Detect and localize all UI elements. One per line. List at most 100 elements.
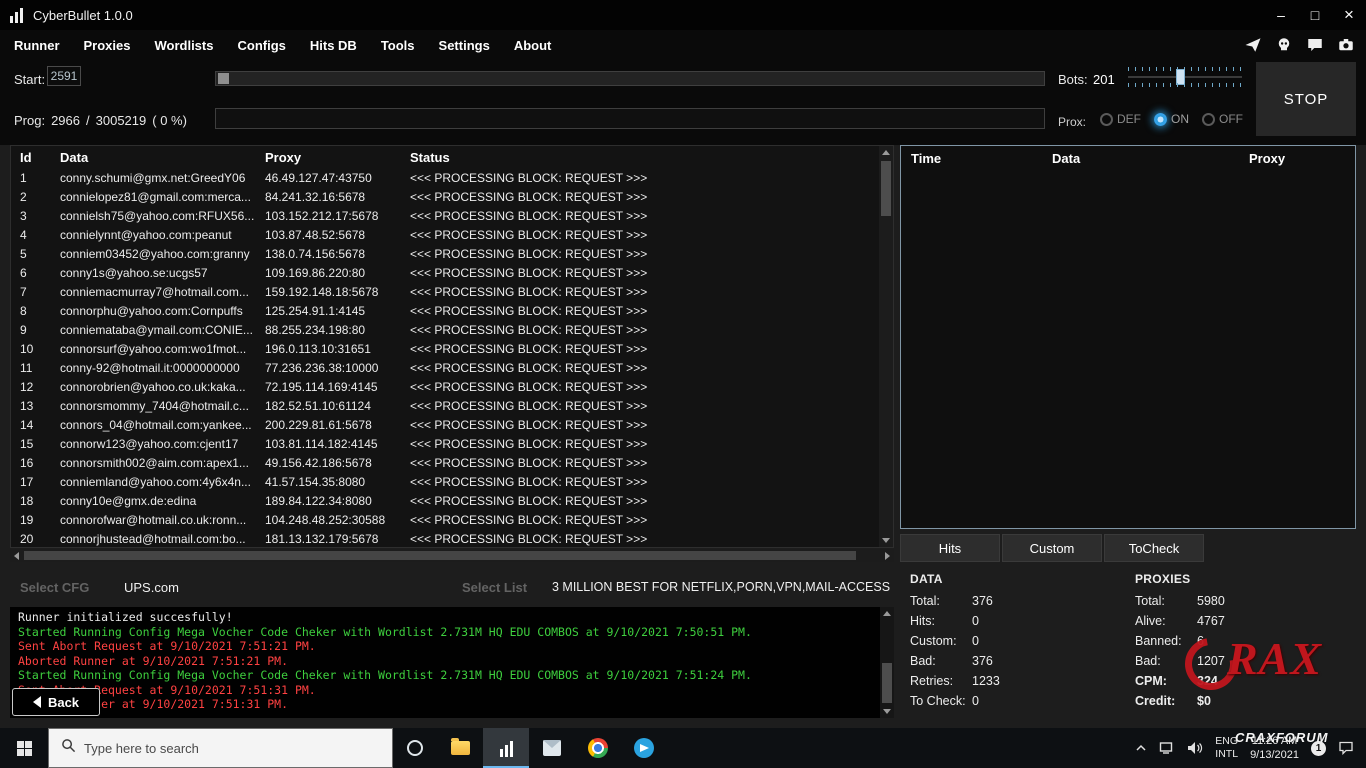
stat-label: Bad: [1135, 654, 1161, 668]
clock[interactable]: 11:26 AM 9/13/2021 [1244, 728, 1305, 768]
selected-config-name: UPS.com [124, 580, 179, 595]
menu-item[interactable]: Settings [439, 38, 490, 53]
table-row[interactable]: 3 connielsh75@yahoo.com:RFUX56... 103.15… [11, 206, 879, 225]
language-indicator[interactable]: ENG INTL [1209, 728, 1244, 768]
scroll-up-icon[interactable] [882, 150, 890, 155]
horizontal-scrollbar[interactable] [10, 549, 894, 562]
chrome-icon[interactable] [575, 728, 621, 768]
progress-bar [215, 108, 1045, 129]
cell-data: connorofwar@hotmail.co.uk:ronn... [60, 512, 247, 527]
capture-tab[interactable]: Hits [900, 534, 1000, 562]
log-scrollbar[interactable] [880, 607, 894, 718]
table-row[interactable]: 8 connorphu@yahoo.com:Cornpuffs 125.254.… [11, 301, 879, 320]
file-explorer-icon[interactable] [437, 728, 483, 768]
cell-id: 4 [20, 227, 27, 242]
bots-slider-thumb[interactable] [1176, 69, 1185, 85]
stat-row: Banned: 6 [1135, 631, 1225, 651]
menu-item[interactable]: Runner [14, 38, 60, 53]
chat-icon[interactable] [1305, 35, 1325, 55]
stop-button[interactable]: STOP [1256, 62, 1356, 136]
table-row[interactable]: 7 conniemacmurray7@hotmail.com... 159.19… [11, 282, 879, 301]
menubar: Runner Proxies Wordlists Configs Hits DB Tool… [0, 30, 1366, 60]
stat-value: 376 [972, 654, 993, 668]
bots-slider[interactable] [1128, 67, 1242, 87]
cell-id: 15 [20, 436, 34, 451]
scroll-thumb[interactable] [881, 161, 891, 216]
table-row[interactable]: 2 connielopez81@gmail.com:merca... 84.24… [11, 187, 879, 206]
capture-tab[interactable]: Custom [1002, 534, 1102, 562]
taskbar-search[interactable] [48, 728, 393, 768]
tray-chevron-up-icon[interactable] [1129, 728, 1153, 768]
folder-icon [450, 738, 470, 755]
select-list-button[interactable]: Select List [462, 580, 527, 595]
prox-label: Prox: [1058, 115, 1087, 129]
select-cfg-button[interactable]: Select CFG [20, 580, 89, 595]
start-menu-button[interactable] [0, 728, 48, 768]
table-row[interactable]: 15 connorw123@yahoo.com:cjent17 103.81.1… [11, 434, 879, 453]
table-row[interactable]: 11 conny-92@hotmail.it:0000000000 77.236… [11, 358, 879, 377]
scroll-thumb[interactable] [882, 663, 892, 703]
table-row[interactable]: 18 conny10e@gmx.de:edina 189.84.122.34:8… [11, 491, 879, 510]
start-input[interactable] [47, 66, 81, 86]
col-status: Status [410, 149, 450, 165]
search-input[interactable] [84, 740, 364, 756]
menu-item[interactable]: Proxies [84, 38, 131, 53]
back-button[interactable]: Back [12, 688, 100, 716]
maximize-icon[interactable]: □ [1298, 0, 1332, 30]
cell-proxy: 125.254.91.1:4145 [265, 303, 366, 318]
capture-tabs: Hits Custom ToCheck [900, 534, 1204, 562]
scroll-left-icon[interactable] [14, 552, 19, 560]
network-icon[interactable] [1153, 728, 1181, 768]
capture-tab[interactable]: ToCheck [1104, 534, 1204, 562]
scroll-right-icon[interactable] [885, 552, 890, 560]
close-icon[interactable]: × [1332, 0, 1366, 30]
menu-item[interactable]: Configs [237, 38, 285, 53]
minimize-icon[interactable]: – [1264, 0, 1298, 30]
bots-slider-track [1128, 76, 1242, 78]
table-row[interactable]: 10 connorsurf@yahoo.com:wo1fmot... 196.0… [11, 339, 879, 358]
table-row[interactable]: 14 connors_04@hotmail.com:yankee... 200.… [11, 415, 879, 434]
vertical-scrollbar[interactable] [879, 146, 893, 547]
action-center-button[interactable] [1332, 728, 1360, 768]
start-slider-thumb[interactable] [218, 73, 229, 84]
prox-radio[interactable]: DEF [1100, 112, 1141, 126]
telegram-icon[interactable] [1243, 35, 1263, 55]
table-row[interactable]: 5 conniem03452@yahoo.com:granny 138.0.74… [11, 244, 879, 263]
speaker-icon[interactable] [1181, 728, 1209, 768]
stat-label: Bad: [910, 654, 936, 668]
scroll-down-icon[interactable] [882, 538, 890, 543]
telegram-taskbar-icon[interactable] [621, 728, 667, 768]
menu-item[interactable]: About [514, 38, 552, 53]
table-row[interactable]: 12 connorobrien@yahoo.co.uk:kaka... 72.1… [11, 377, 879, 396]
prox-radio[interactable]: ON [1154, 112, 1189, 126]
scroll-thumb-horizontal[interactable] [24, 551, 856, 560]
prox-radio[interactable]: OFF [1202, 112, 1243, 126]
scroll-down-icon[interactable] [883, 709, 891, 714]
skull-icon[interactable] [1274, 35, 1294, 55]
prog-current: 2966 [51, 113, 80, 128]
cortana-button[interactable] [393, 728, 437, 768]
table-row[interactable]: 19 connorofwar@hotmail.co.uk:ronn... 104… [11, 510, 879, 529]
menu-item[interactable]: Tools [381, 38, 415, 53]
screenshot-icon[interactable] [1336, 35, 1356, 55]
table-row[interactable]: 20 connorjhustead@hotmail.com:bo... 181.… [11, 529, 879, 547]
stat-label: Banned: [1135, 634, 1182, 648]
table-row[interactable]: 6 conny1s@yahoo.se:ucgs57 109.169.86.220… [11, 263, 879, 282]
stat-value: 5980 [1197, 594, 1225, 608]
table-row[interactable]: 4 connielynnt@yahoo.com:peanut 103.87.48… [11, 225, 879, 244]
menu-item[interactable]: Wordlists [154, 38, 213, 53]
prog-separator: / [86, 113, 90, 128]
table-row[interactable]: 13 connorsmommy_7404@hotmail.c... 182.52… [11, 396, 879, 415]
menu-item[interactable]: Hits DB [310, 38, 357, 53]
table-row[interactable]: 1 conny.schumi@gmx.net:GreedY06 46.49.12… [11, 168, 879, 187]
mail-app-icon[interactable] [529, 728, 575, 768]
window-controls: – □ × [1264, 0, 1366, 30]
cell-proxy: 159.192.148.18:5678 [265, 284, 379, 299]
table-row[interactable]: 17 conniemland@yahoo.com:4y6x4n... 41.57… [11, 472, 879, 491]
scroll-up-icon[interactable] [883, 611, 891, 616]
table-row[interactable]: 16 connorsmith002@aim.com:apex1... 49.15… [11, 453, 879, 472]
cyberbullet-taskbar-icon[interactable] [483, 728, 529, 768]
start-slider[interactable] [215, 71, 1045, 86]
table-row[interactable]: 9 conniemataba@ymail.com:CONIE... 88.255… [11, 320, 879, 339]
proxy-stats: PROXIES Total: 5980 Alive: 4767 Banned: 6 B… [1135, 572, 1225, 711]
